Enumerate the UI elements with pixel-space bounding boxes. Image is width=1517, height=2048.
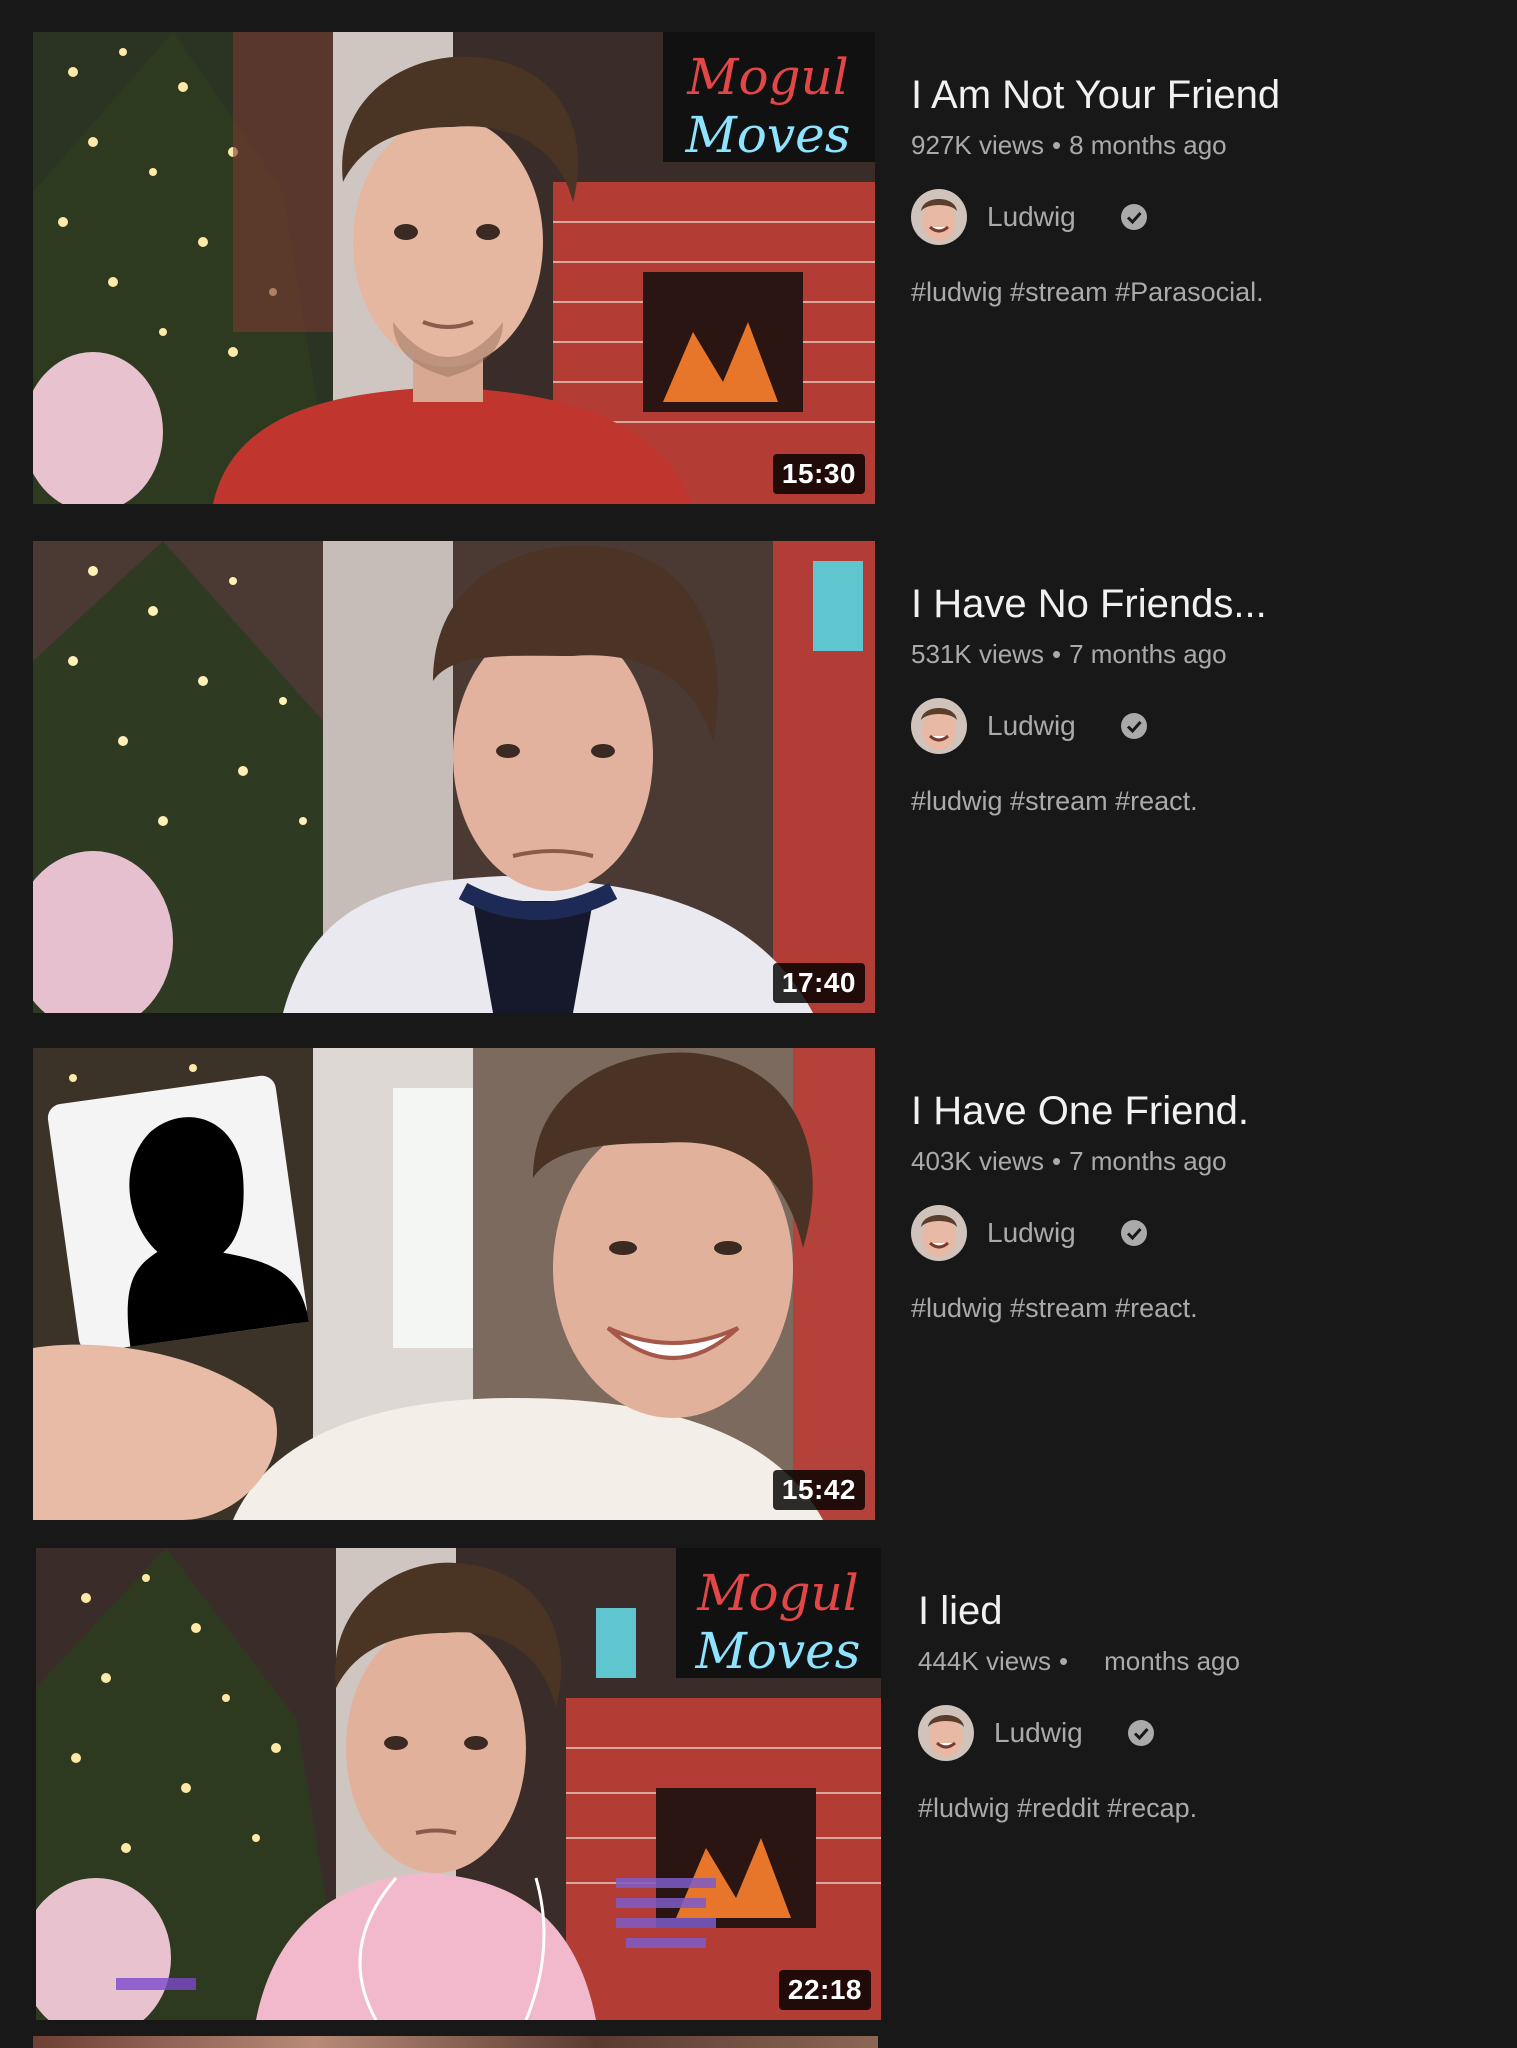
channel-link[interactable]: Ludwig: [911, 189, 1471, 245]
view-count: 403K views: [911, 1146, 1044, 1176]
video-thumbnail[interactable]: Mogul Moves 22:18: [36, 1548, 881, 2020]
video-stats: 444K views • months ago: [918, 1646, 1478, 1677]
channel-link[interactable]: Ludwig: [918, 1705, 1478, 1761]
view-count: 927K views: [911, 130, 1044, 160]
video-description-tags: #ludwig #reddit #recap.: [918, 1793, 1198, 1823]
channel-avatar[interactable]: [918, 1705, 974, 1761]
video-meta: I Have No Friends... 531K views • 7 months…: [911, 541, 1471, 817]
verified-badge-icon: [1120, 204, 1147, 230]
channel-avatar[interactable]: [911, 1205, 967, 1261]
view-count: 531K views: [911, 639, 1044, 669]
video-stats: 531K views • 7 months ago: [911, 639, 1471, 670]
video-item[interactable]: 17:40 I Have No Friends... 531K views • 7 …: [0, 541, 1517, 1013]
verified-badge-icon: [1120, 713, 1147, 739]
channel-link[interactable]: Ludwig: [911, 698, 1471, 754]
neon-sign-line1: Mogul: [686, 48, 849, 106]
upload-age: 7 months ago: [1069, 1146, 1227, 1176]
video-meta: I lied 444K views • months ago Ludwig #lud…: [918, 1548, 1478, 1824]
video-title[interactable]: I lied: [918, 1588, 1478, 1634]
video-item[interactable]: Mogul Moves 22:18 I lied 444K views • mo…: [0, 1548, 1517, 2020]
channel-name[interactable]: Ludwig: [987, 201, 1076, 233]
video-description-tags: #ludwig #stream #react.: [911, 1293, 1198, 1323]
verified-badge-icon: [1127, 1720, 1154, 1746]
video-duration: 22:18: [778, 1970, 871, 2010]
thumbnail-image: Mogul Moves: [36, 1548, 881, 2020]
next-video-thumbnail-edge[interactable]: [33, 2036, 878, 2048]
channel-avatar[interactable]: [911, 189, 967, 245]
neon-sign-line2: Moves: [685, 106, 851, 164]
thumbnail-image: [33, 1048, 875, 1520]
upload-age: 8 months ago: [1069, 130, 1227, 160]
upload-age: 7 months ago: [1069, 639, 1227, 669]
channel-name[interactable]: Ludwig: [987, 1217, 1076, 1249]
upload-age: months ago: [1104, 1646, 1240, 1676]
video-item[interactable]: 15:42 I Have One Friend. 403K views • 7 mo…: [0, 1048, 1517, 1520]
channel-name[interactable]: Ludwig: [994, 1717, 1083, 1749]
channel-name[interactable]: Ludwig: [987, 710, 1076, 742]
video-thumbnail[interactable]: 17:40: [33, 541, 875, 1013]
thumbnail-image: Mogul Moves: [33, 32, 875, 504]
thumbnail-image: [33, 541, 875, 1013]
video-duration: 15:30: [772, 454, 865, 494]
view-count: 444K views: [918, 1646, 1051, 1676]
video-title[interactable]: I Have One Friend.: [911, 1088, 1471, 1134]
channel-link[interactable]: Ludwig: [911, 1205, 1471, 1261]
video-item[interactable]: Mogul Moves 15:30 I Am Not Your Friend 9…: [0, 32, 1517, 504]
separator-dot: •: [1051, 639, 1062, 669]
neon-sign-line1: Mogul: [696, 1564, 859, 1622]
video-stats: 403K views • 7 months ago: [911, 1146, 1471, 1177]
video-meta: I Have One Friend. 403K views • 7 months a…: [911, 1048, 1471, 1324]
channel-avatar[interactable]: [911, 698, 967, 754]
video-title[interactable]: I Am Not Your Friend: [911, 72, 1471, 118]
video-description-tags: #ludwig #stream #react.: [911, 786, 1198, 816]
separator-dot: •: [1051, 1146, 1062, 1176]
video-title[interactable]: I Have No Friends...: [911, 581, 1471, 627]
video-duration: 17:40: [772, 963, 865, 1003]
video-meta: I Am Not Your Friend 927K views • 8 months…: [911, 32, 1471, 308]
separator-dot: •: [1058, 1646, 1069, 1676]
video-description-tags: #ludwig #stream #Parasocial.: [911, 277, 1264, 307]
video-stats: 927K views • 8 months ago: [911, 130, 1471, 161]
separator-dot: •: [1051, 130, 1062, 160]
video-duration: 15:42: [772, 1470, 865, 1510]
verified-badge-icon: [1120, 1220, 1147, 1246]
video-thumbnail[interactable]: Mogul Moves 15:30: [33, 32, 875, 504]
neon-sign-line2: Moves: [695, 1622, 861, 1680]
video-thumbnail[interactable]: 15:42: [33, 1048, 875, 1520]
video-list: Mogul Moves 15:30 I Am Not Your Friend 9…: [0, 0, 1517, 2048]
